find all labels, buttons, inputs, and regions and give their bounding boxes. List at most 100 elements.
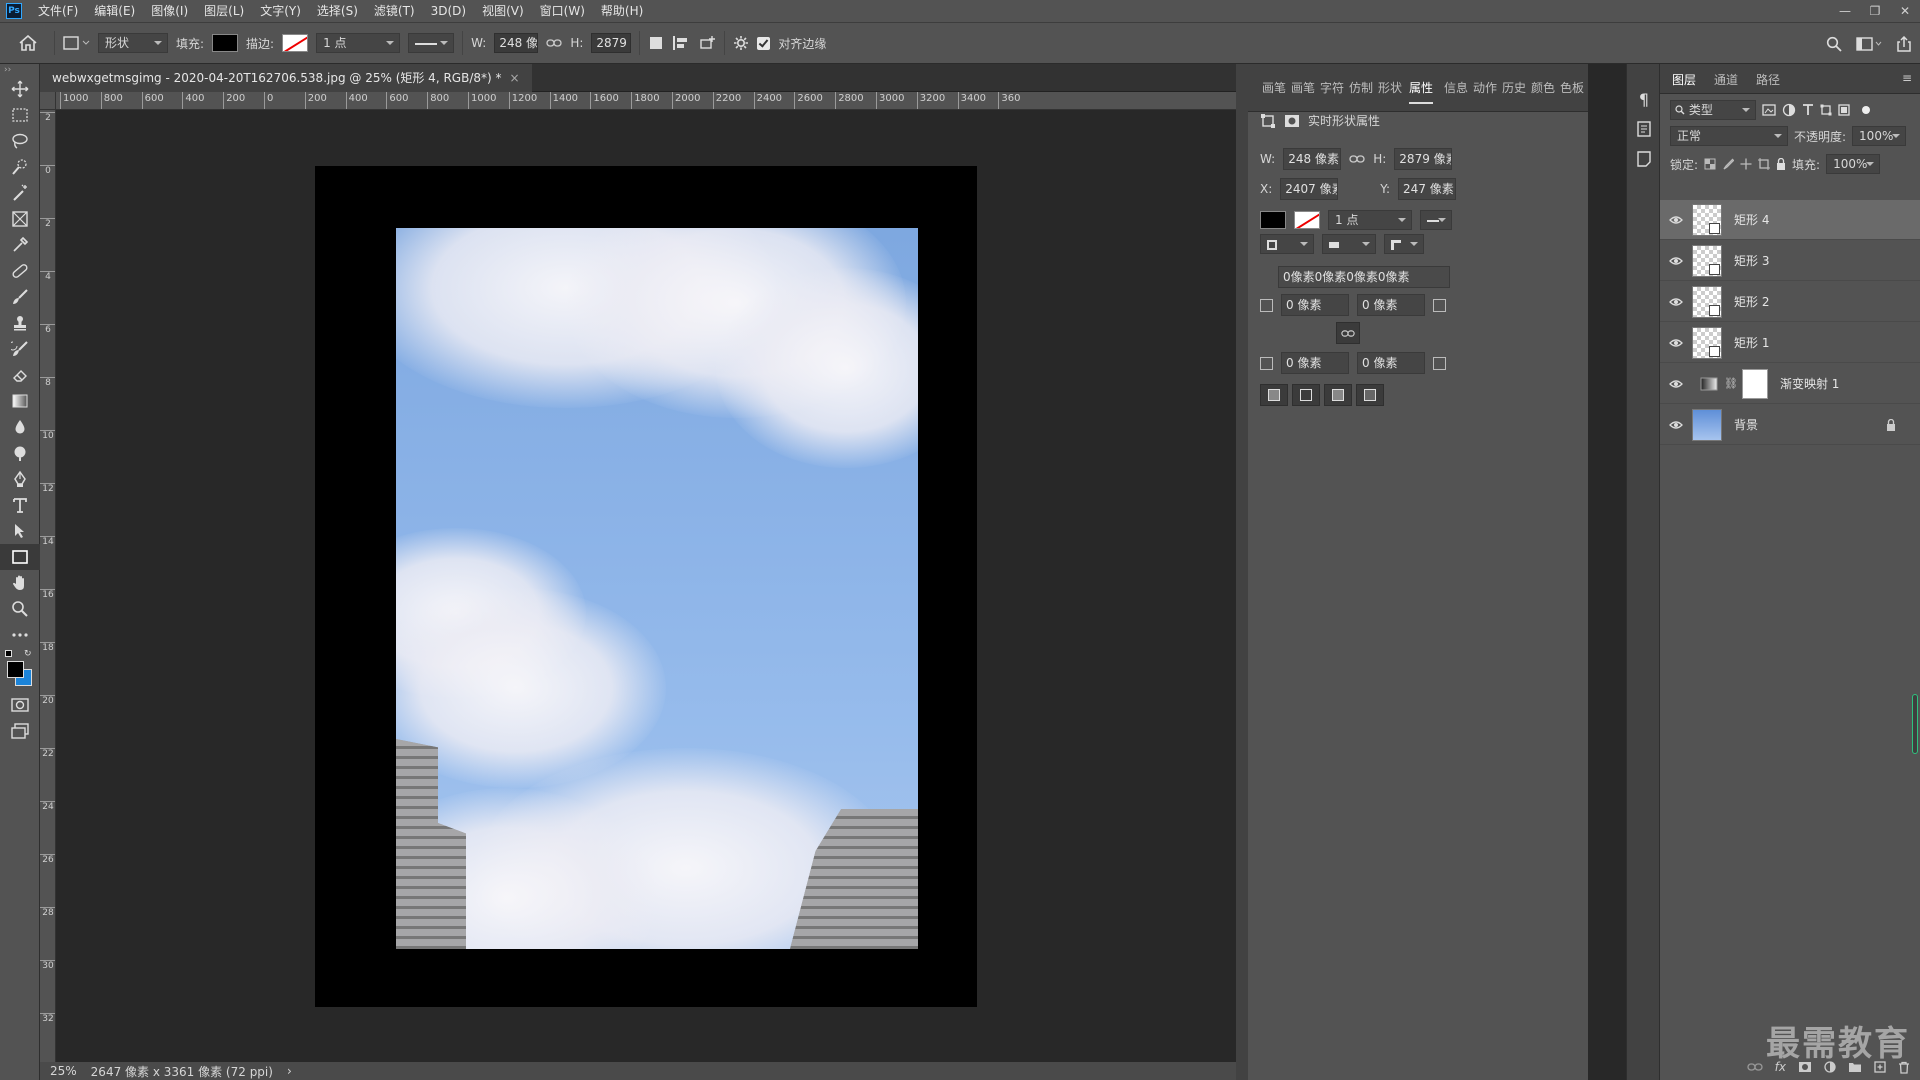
corner-top-right-field[interactable]: 0 像素 bbox=[1357, 294, 1425, 316]
document-info[interactable]: 2647 像素 x 3361 像素 (72 ppi) bbox=[91, 1063, 273, 1080]
align-edges-checkbox[interactable] bbox=[757, 36, 771, 50]
menu-type[interactable]: 文字(Y) bbox=[252, 0, 309, 22]
visibility-eye-icon[interactable] bbox=[1660, 379, 1692, 389]
intersect-shapes-button[interactable] bbox=[1324, 384, 1352, 406]
tab-shapes[interactable]: 形状 bbox=[1378, 78, 1402, 98]
layer-row-gradient-map-1[interactable]: ⛓ 渐变映射 1 bbox=[1660, 364, 1920, 404]
clone-stamp-tool[interactable] bbox=[0, 310, 40, 336]
path-selection-tool[interactable] bbox=[0, 518, 40, 544]
frame-tool[interactable] bbox=[0, 206, 40, 232]
layer-name[interactable]: 矩形 1 bbox=[1734, 334, 1769, 351]
search-icon[interactable] bbox=[1826, 36, 1842, 52]
visibility-eye-icon[interactable] bbox=[1660, 420, 1692, 430]
prop-stroke-type-select[interactable] bbox=[1420, 210, 1452, 230]
libraries-panel-button[interactable] bbox=[1627, 114, 1661, 144]
hand-tool[interactable] bbox=[0, 570, 40, 596]
menu-window[interactable]: 窗口(W) bbox=[532, 0, 593, 22]
ruler-origin[interactable] bbox=[40, 92, 56, 110]
height-field[interactable]: 2879 像 bbox=[591, 33, 632, 53]
paragraph-panel-button[interactable]: ¶ bbox=[1627, 84, 1661, 114]
lock-transparent-pixels-icon[interactable] bbox=[1704, 158, 1716, 170]
workspace-icon[interactable] bbox=[1856, 37, 1882, 51]
opacity-field[interactable]: 100% bbox=[1852, 126, 1907, 146]
link-layers-icon[interactable] bbox=[1747, 1062, 1763, 1072]
menu-select[interactable]: 选择(S) bbox=[309, 0, 366, 22]
canvas-area[interactable] bbox=[56, 110, 1236, 1062]
share-icon[interactable] bbox=[1896, 36, 1912, 52]
horizontal-ruler[interactable]: 1000 800 600 400 200 0 200 400 600 800 1000 1200 140… bbox=[56, 92, 1236, 110]
zoom-tool[interactable] bbox=[0, 596, 40, 622]
menu-3d[interactable]: 3D(D) bbox=[423, 0, 474, 22]
tab-paths[interactable]: 路径 bbox=[1756, 72, 1780, 88]
filter-toggle-icon[interactable] bbox=[1862, 106, 1870, 114]
tab-clone-source[interactable]: 仿制 bbox=[1349, 78, 1373, 98]
minimize-button[interactable]: — bbox=[1830, 0, 1860, 22]
tab-brush-settings[interactable]: 画笔 bbox=[1291, 78, 1315, 98]
lock-artboard-icon[interactable] bbox=[1758, 158, 1771, 170]
layer-row-background[interactable]: 背景 bbox=[1660, 405, 1920, 445]
eyedropper-tool[interactable] bbox=[0, 232, 40, 258]
shape-layer-filter-icon[interactable] bbox=[1820, 104, 1832, 116]
path-operations-icon[interactable] bbox=[648, 35, 664, 51]
tool-mode-select[interactable]: 形状 bbox=[98, 33, 168, 53]
visibility-eye-icon[interactable] bbox=[1660, 338, 1692, 348]
visibility-eye-icon[interactable] bbox=[1660, 297, 1692, 307]
link-icon[interactable] bbox=[1349, 154, 1365, 164]
tab-actions[interactable]: 动作 bbox=[1473, 78, 1497, 98]
prop-fill-swatch[interactable] bbox=[1260, 211, 1286, 229]
corner-bottom-left-field[interactable]: 0 像素 bbox=[1281, 352, 1349, 374]
layer-row-rect-3[interactable]: 矩形 3 bbox=[1660, 241, 1920, 281]
layer-name[interactable]: 背景 bbox=[1734, 416, 1758, 433]
subtract-shapes-button[interactable] bbox=[1292, 384, 1320, 406]
color-swatches[interactable]: ↻ bbox=[0, 648, 40, 692]
prop-x-field[interactable]: 2407 像素 bbox=[1280, 178, 1339, 200]
magic-wand-tool[interactable] bbox=[0, 180, 40, 206]
width-field[interactable]: 248 像 bbox=[494, 33, 539, 53]
stroke-width-field[interactable]: 1 点 bbox=[316, 33, 401, 53]
layer-row-rect-2[interactable]: 矩形 2 bbox=[1660, 282, 1920, 322]
unite-shapes-button[interactable] bbox=[1260, 384, 1288, 406]
menu-help[interactable]: 帮助(H) bbox=[593, 0, 651, 22]
quick-mask-button[interactable] bbox=[0, 692, 40, 718]
screen-mode-button[interactable] bbox=[0, 718, 40, 744]
corner-top-left-field[interactable]: 0 像素 bbox=[1281, 294, 1349, 316]
gear-icon[interactable] bbox=[733, 35, 749, 51]
adjustment-layer-filter-icon[interactable] bbox=[1782, 103, 1796, 117]
path-alignment-icon[interactable] bbox=[672, 35, 690, 51]
exclude-shapes-button[interactable] bbox=[1356, 384, 1384, 406]
layer-name[interactable]: 矩形 3 bbox=[1734, 252, 1769, 269]
tool-preset-picker[interactable] bbox=[63, 36, 90, 50]
swap-colors-icon[interactable]: ↻ bbox=[24, 649, 32, 659]
blur-tool[interactable] bbox=[0, 414, 40, 440]
restore-button[interactable]: ❐ bbox=[1860, 0, 1890, 22]
stroke-type-select[interactable] bbox=[408, 33, 455, 53]
tab-character[interactable]: 字符 bbox=[1320, 78, 1344, 98]
menu-layer[interactable]: 图层(L) bbox=[196, 0, 252, 22]
tab-properties[interactable]: 属性 bbox=[1409, 78, 1434, 104]
pen-tool[interactable] bbox=[0, 466, 40, 492]
prop-stroke-swatch[interactable] bbox=[1294, 211, 1320, 229]
dodge-tool[interactable] bbox=[0, 440, 40, 466]
tab-brush[interactable]: 画笔 bbox=[1262, 78, 1286, 98]
visibility-eye-icon[interactable] bbox=[1660, 256, 1692, 266]
menu-filter[interactable]: 滤镜(T) bbox=[366, 0, 423, 22]
link-corners-button[interactable] bbox=[1336, 322, 1360, 344]
link-icon[interactable] bbox=[546, 38, 562, 48]
layer-row-rect-4[interactable]: 矩形 4 bbox=[1660, 200, 1920, 240]
chevron-right-icon[interactable]: › bbox=[287, 1064, 292, 1078]
layer-mask-thumbnail[interactable] bbox=[1741, 368, 1768, 399]
stroke-align-select[interactable] bbox=[1260, 234, 1314, 254]
menu-edit[interactable]: 编辑(E) bbox=[86, 0, 143, 22]
type-tool[interactable] bbox=[0, 492, 40, 518]
home-button[interactable] bbox=[10, 28, 46, 58]
tab-history[interactable]: 历史 bbox=[1502, 78, 1526, 98]
panel-grip-icon[interactable]: ›› bbox=[0, 64, 39, 76]
layer-name[interactable]: 渐变映射 1 bbox=[1780, 375, 1839, 392]
foreground-color-swatch[interactable] bbox=[7, 661, 24, 678]
close-window-button[interactable]: ✕ bbox=[1890, 0, 1920, 22]
prop-width-field[interactable]: 248 像素 bbox=[1283, 148, 1342, 170]
gradient-tool[interactable] bbox=[0, 388, 40, 414]
tab-swatches[interactable]: 色板 bbox=[1560, 78, 1584, 98]
layer-name[interactable]: 矩形 4 bbox=[1734, 211, 1769, 228]
prop-stroke-width-field[interactable]: 1 点 bbox=[1328, 210, 1412, 230]
